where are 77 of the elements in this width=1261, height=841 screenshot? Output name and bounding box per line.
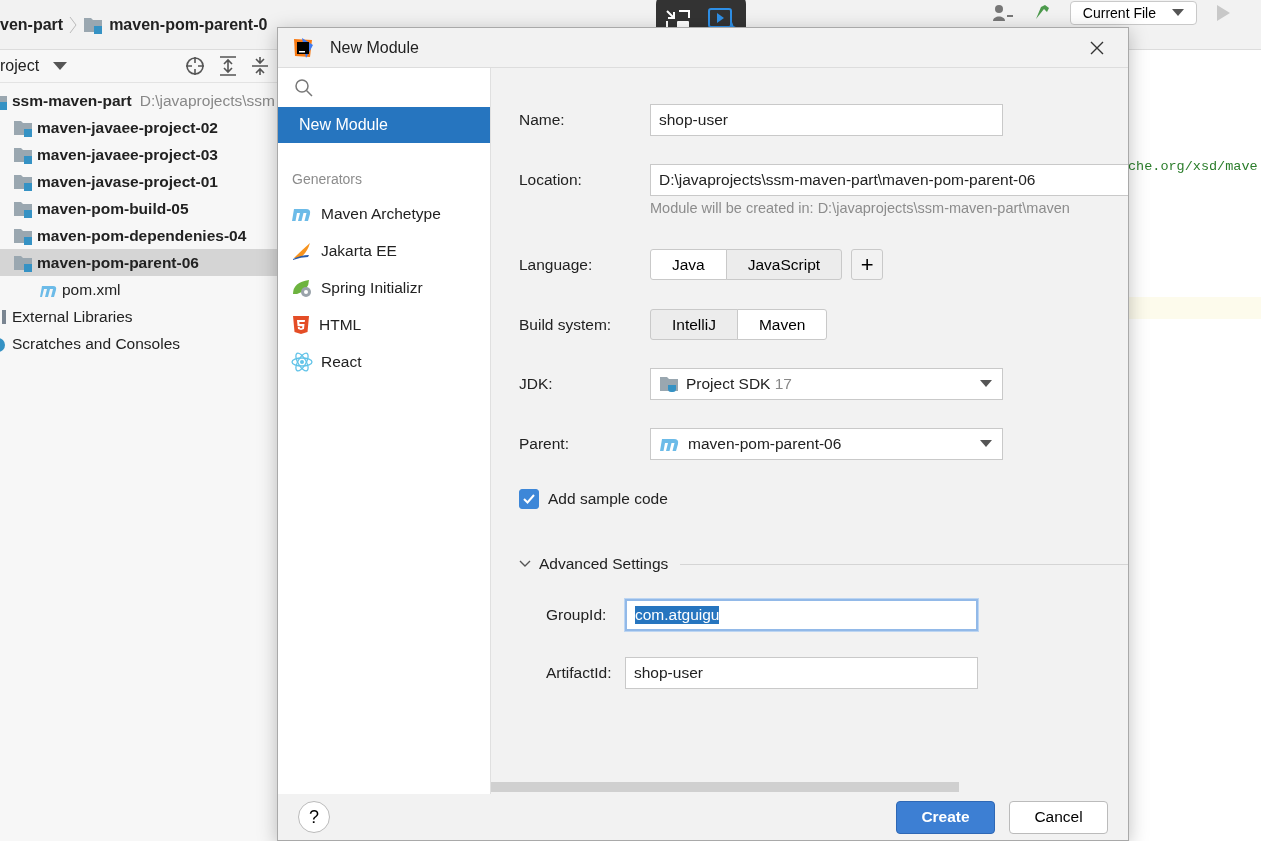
field-label: Language: (519, 255, 594, 274)
caret-icon (980, 380, 992, 388)
name-field[interactable]: shop-user (650, 104, 1003, 136)
tree-item[interactable]: maven-pom-dependenies-04 (0, 222, 277, 249)
generator-item[interactable]: HTML (278, 306, 490, 343)
caret-icon (980, 440, 992, 448)
generator-item[interactable]: Jakarta EE (278, 232, 490, 269)
tree-item[interactable]: Scratches and Consoles (0, 330, 277, 357)
tree-item[interactable]: ssm-maven-part D:\javaprojects\ssm (0, 87, 277, 114)
segment-option[interactable]: JavaScript (725, 249, 843, 280)
folder-icon (13, 253, 33, 272)
folder-icon (13, 199, 33, 218)
segment-option[interactable]: Maven (736, 309, 828, 340)
leaf-gear-icon (291, 277, 313, 298)
segment-option[interactable]: IntelliJ (650, 309, 738, 340)
field-label: JDK: (519, 375, 554, 393)
field-label: Build system: (519, 315, 613, 334)
location-field[interactable]: D:\javaprojects\ssm-maven-part\maven-pom-parent-06 (650, 164, 1128, 196)
input-field[interactable]: shop-user (625, 657, 978, 689)
person-icon[interactable] (991, 3, 1014, 23)
generator-item[interactable]: Maven Archetype (278, 195, 490, 232)
caret-icon[interactable] (53, 62, 68, 70)
folder-cup-icon (659, 375, 679, 393)
close-icon[interactable] (1090, 40, 1104, 55)
search-icon[interactable] (294, 78, 314, 98)
field-label: Parent: (519, 435, 570, 453)
code-line: che.org/xsd/mave (1128, 159, 1259, 174)
tree-item[interactable]: maven-javaee-project-03 (0, 141, 277, 168)
field-label: ArtifactId: (546, 664, 613, 682)
parent-dropdown[interactable]: maven-pom-parent-06 (650, 428, 1003, 460)
cancel-button[interactable]: Cancel (1009, 800, 1108, 834)
tree-item[interactable]: pom.xml (0, 276, 277, 303)
crosshair-icon[interactable] (185, 56, 205, 76)
expand-all-icon[interactable] (219, 56, 237, 76)
field-label: Location: (519, 171, 583, 189)
folder-icon (13, 172, 33, 191)
jdk-dropdown[interactable]: Project SDK 17 (650, 368, 1003, 400)
sail-icon (291, 240, 313, 261)
checkbox[interactable] (519, 489, 539, 509)
html5-shield-icon (291, 314, 311, 335)
folder-icon (13, 145, 33, 164)
dialog-title: New Module (330, 38, 419, 57)
field-label: GroupId: (546, 606, 608, 624)
section-toggle[interactable]: Advanced Settings (539, 555, 669, 573)
folder-icon (13, 226, 33, 245)
collapse-all-icon[interactable] (251, 56, 269, 76)
help-button[interactable]: ? (298, 801, 330, 833)
create-button[interactable]: Create (896, 800, 995, 834)
section-header: Generators (291, 171, 364, 187)
app-logo-icon (292, 36, 314, 59)
tree-item[interactable]: External Libraries (0, 303, 277, 330)
breadcrumb[interactable]: maven-pom-parent-0 (109, 15, 268, 34)
input-field[interactable]: com.atguigu (625, 599, 978, 631)
panel-title[interactable]: roject (0, 57, 40, 75)
tree-item[interactable]: maven-javase-project-01 (0, 168, 277, 195)
tree-item[interactable]: maven-javaee-project-02 (0, 114, 277, 141)
caret-icon (1172, 9, 1184, 17)
folder-icon (13, 118, 33, 137)
field-label: Name: (519, 111, 566, 129)
generator-item[interactable]: Spring Initializr (278, 269, 490, 306)
add-language-button[interactable]: + (851, 249, 884, 280)
sidebar-item[interactable]: New Module (278, 107, 490, 143)
atom-icon (291, 351, 313, 372)
chevron-icon (69, 14, 78, 35)
tree-item[interactable]: maven-pom-parent-06 (0, 249, 277, 276)
location-hint: Module will be created in: D:\javaprojects\ssm-maven-part\maven (650, 200, 1071, 216)
generator-item[interactable]: React (278, 343, 490, 380)
segment-option[interactable]: Java (650, 249, 727, 280)
checkmark-icon (522, 493, 536, 505)
dropdown-value: maven-pom-parent-06 (688, 435, 842, 453)
scrollbar[interactable] (491, 782, 959, 792)
run-configuration-dropdown[interactable]: Current File (1069, 1, 1197, 25)
breadcrumb[interactable]: ven-part (0, 15, 64, 34)
dropdown-value: Project SDK 17 (686, 375, 792, 393)
tree-item[interactable]: maven-pom-build-05 (0, 195, 277, 222)
checkbox-label[interactable]: Add sample code (548, 490, 668, 508)
folder-icon (83, 15, 104, 34)
